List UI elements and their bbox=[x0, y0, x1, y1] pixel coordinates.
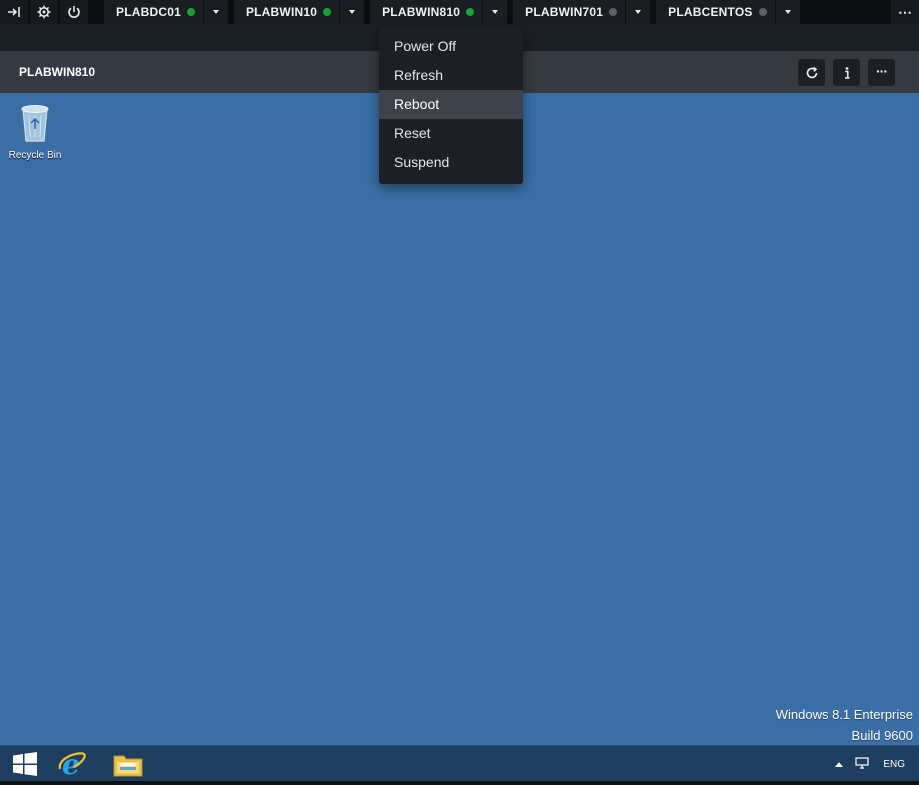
vm-tab-plabwin810[interactable]: PLABWIN810 bbox=[370, 0, 508, 24]
info-icon bbox=[844, 66, 849, 79]
status-dot bbox=[323, 8, 332, 16]
vm-tab-label: PLABDC01 bbox=[116, 5, 181, 19]
gear-icon[interactable] bbox=[30, 0, 58, 24]
status-dot bbox=[758, 8, 767, 16]
refresh-button[interactable] bbox=[798, 59, 825, 86]
more-label: ⋯ bbox=[898, 3, 912, 20]
status-dot bbox=[466, 8, 475, 16]
desktop-icon-label: Recycle Bin bbox=[8, 150, 62, 161]
show-hidden-icons-icon[interactable] bbox=[835, 759, 844, 770]
recycle-bin-icon bbox=[21, 105, 49, 142]
menu-item-reset[interactable]: Reset bbox=[379, 119, 523, 148]
info-button[interactable] bbox=[833, 59, 860, 86]
status-dot bbox=[186, 8, 195, 16]
chevron-down-icon[interactable] bbox=[774, 0, 800, 24]
language-indicator[interactable]: ENG bbox=[883, 759, 905, 770]
windows-taskbar: e ENG bbox=[0, 745, 919, 782]
desktop-icon-recycle-bin[interactable]: Recycle Bin bbox=[6, 101, 64, 161]
vm-tab-label: PLABWIN10 bbox=[245, 5, 318, 19]
windows-build-watermark: Build 9600 bbox=[851, 728, 913, 743]
file-explorer-icon bbox=[113, 755, 143, 777]
more-icon[interactable]: ⋯ bbox=[891, 0, 919, 24]
menu-item-suspend[interactable]: Suspend bbox=[379, 148, 523, 177]
vm-tab-label: PLABCENTOS bbox=[668, 5, 753, 19]
internet-explorer-icon: e bbox=[58, 749, 86, 779]
start-button[interactable] bbox=[0, 748, 50, 780]
refresh-icon bbox=[806, 66, 817, 78]
menu-item-power-off[interactable]: Power Off bbox=[379, 32, 523, 61]
menu-item-reboot[interactable]: Reboot bbox=[379, 90, 523, 119]
vm-title: PLABWIN810 bbox=[19, 65, 96, 79]
vm-tab-plabwin10[interactable]: PLABWIN10 bbox=[233, 0, 365, 24]
vm-tab-plabdc01[interactable]: PLABDC01 bbox=[104, 0, 228, 24]
top-toolbar: PLABDC01 PLABWIN10 PLABWIN810 PLABWIN701… bbox=[0, 0, 919, 24]
exit-icon[interactable] bbox=[0, 0, 28, 24]
vm-tab-plabwin701[interactable]: PLABWIN701 bbox=[513, 0, 651, 24]
vm-tab-label: PLABWIN701 bbox=[525, 5, 604, 19]
more-options-button[interactable]: ··· bbox=[868, 59, 895, 86]
system-tray: ENG bbox=[835, 746, 919, 782]
windows-desktop[interactable]: Recycle Bin Windows 8.1 Enterprise Build… bbox=[0, 93, 919, 745]
network-icon[interactable] bbox=[855, 756, 869, 772]
status-dot bbox=[609, 8, 618, 16]
power-icon[interactable] bbox=[60, 0, 88, 24]
vm-power-dropdown: Power Off Refresh Reboot Reset Suspend bbox=[379, 27, 523, 184]
vm-tab-plabcentos[interactable]: PLABCENTOS bbox=[656, 0, 800, 24]
menu-item-refresh[interactable]: Refresh bbox=[379, 61, 523, 90]
more-icon: ··· bbox=[876, 62, 888, 79]
chevron-down-icon[interactable] bbox=[482, 0, 508, 24]
internet-explorer-button[interactable]: e bbox=[47, 748, 97, 780]
vm-tab-label: PLABWIN810 bbox=[382, 5, 461, 19]
chevron-down-icon[interactable] bbox=[202, 0, 228, 24]
bottom-edge bbox=[0, 781, 919, 785]
windows-edition-watermark: Windows 8.1 Enterprise bbox=[775, 707, 913, 722]
chevron-down-icon[interactable] bbox=[339, 0, 365, 24]
windows-start-icon bbox=[13, 752, 37, 776]
chevron-down-icon[interactable] bbox=[625, 0, 651, 24]
file-explorer-button[interactable] bbox=[103, 748, 153, 780]
